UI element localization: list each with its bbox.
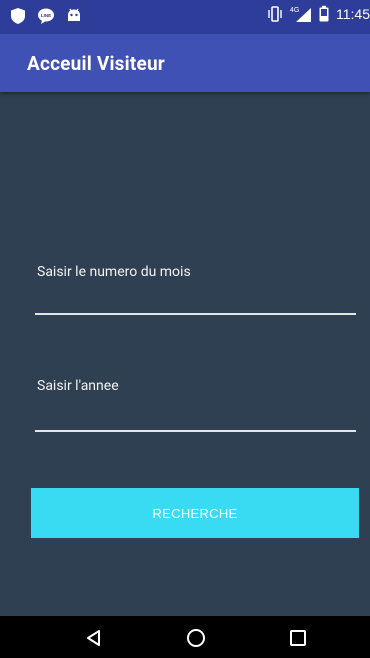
notification-icons: LINE xyxy=(8,6,84,26)
screen: LINE 4G 11:45 Acceuil Visiteur Saisir le… xyxy=(0,0,370,658)
month-field-label: Saisir le numero du mois xyxy=(37,264,191,280)
line-chat-icon: LINE xyxy=(38,8,54,24)
android-bot-icon xyxy=(68,8,80,21)
recents-icon xyxy=(290,630,306,646)
month-input[interactable] xyxy=(35,285,360,313)
year-field-label: Saisir l'annee xyxy=(37,378,119,394)
year-input-underline xyxy=(35,430,356,432)
page-title: Acceuil Visiteur xyxy=(27,52,165,75)
network-type-label: 4G xyxy=(290,7,299,14)
shield-icon xyxy=(11,8,25,24)
year-input[interactable] xyxy=(35,402,360,430)
signal-icon: 4G xyxy=(290,7,311,22)
home-icon xyxy=(187,629,205,647)
system-indicators: 4G 11:45 xyxy=(266,5,370,23)
recents-button[interactable] xyxy=(285,625,311,651)
status-time: 11:45 xyxy=(336,6,370,22)
app-bar: Acceuil Visiteur xyxy=(0,34,370,92)
month-input-underline xyxy=(35,313,356,315)
battery-icon xyxy=(319,5,329,22)
back-icon xyxy=(87,630,100,646)
status-bar: LINE 4G 11:45 xyxy=(0,0,370,34)
svg-text:LINE: LINE xyxy=(41,13,51,18)
home-button[interactable] xyxy=(183,625,209,651)
search-button[interactable]: RECHERCHE xyxy=(31,488,359,538)
back-button[interactable] xyxy=(81,625,107,651)
vibrate-icon xyxy=(268,6,282,22)
navigation-bar xyxy=(0,616,370,658)
